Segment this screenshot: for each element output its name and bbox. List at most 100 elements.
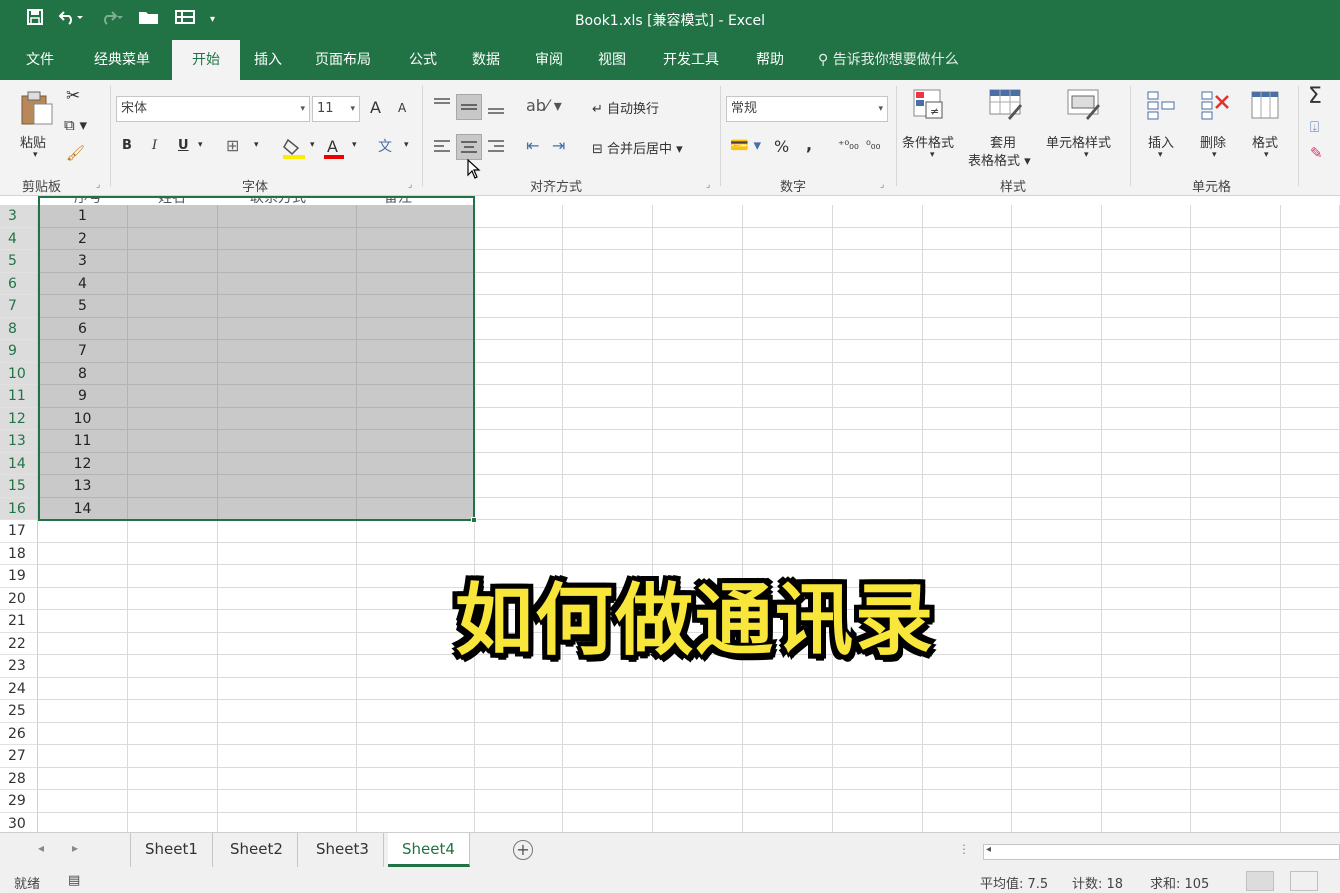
grid-cell[interactable] bbox=[1102, 700, 1191, 723]
grid-cell[interactable] bbox=[923, 385, 1012, 408]
grid-cell[interactable] bbox=[1281, 205, 1340, 228]
grid-cell[interactable] bbox=[1102, 632, 1191, 655]
grid-cell[interactable] bbox=[1281, 385, 1340, 408]
grid-cell[interactable] bbox=[218, 520, 357, 543]
align-left-icon[interactable] bbox=[432, 136, 452, 160]
grid-cell[interactable] bbox=[1191, 745, 1281, 768]
grid-cell[interactable] bbox=[923, 317, 1012, 340]
row-header[interactable]: 14 bbox=[0, 452, 38, 475]
grid-cell[interactable] bbox=[1281, 295, 1340, 318]
row-header[interactable]: 6 bbox=[0, 272, 38, 295]
grid-cell[interactable] bbox=[1012, 677, 1102, 700]
grid-cell[interactable] bbox=[1191, 295, 1281, 318]
clear-icon[interactable]: ✎ bbox=[1310, 144, 1323, 162]
grid-cell[interactable] bbox=[563, 790, 653, 813]
grid-cell[interactable] bbox=[653, 385, 743, 408]
grid-cell[interactable] bbox=[1012, 790, 1102, 813]
grid-cell[interactable] bbox=[1191, 317, 1281, 340]
grid-cell[interactable] bbox=[653, 205, 743, 228]
grid-cell[interactable] bbox=[218, 205, 357, 228]
grid-cell[interactable] bbox=[38, 722, 128, 745]
grid-cell[interactable] bbox=[128, 677, 218, 700]
fill-color-icon[interactable] bbox=[282, 136, 306, 164]
format-painter-icon[interactable]: 🖌 bbox=[66, 144, 85, 162]
grid-cell[interactable] bbox=[1102, 767, 1191, 790]
grid-cell[interactable] bbox=[1012, 700, 1102, 723]
grid-cell[interactable] bbox=[1012, 745, 1102, 768]
sheet-tab-sheet3[interactable]: Sheet3 bbox=[302, 833, 384, 867]
grid-cell[interactable] bbox=[128, 745, 218, 768]
grid-cell[interactable] bbox=[923, 407, 1012, 430]
tab-view[interactable]: 视图 bbox=[588, 40, 636, 80]
grid-cell[interactable] bbox=[128, 340, 218, 363]
grid-cell[interactable] bbox=[743, 677, 833, 700]
cut-icon[interactable]: ✂ bbox=[66, 86, 80, 106]
grid-cell[interactable] bbox=[653, 362, 743, 385]
row-header[interactable]: 5 bbox=[0, 250, 38, 273]
grid-cell[interactable] bbox=[923, 227, 1012, 250]
grid-cell[interactable] bbox=[833, 205, 923, 228]
grid-cell[interactable] bbox=[653, 340, 743, 363]
grid-cell[interactable] bbox=[475, 250, 563, 273]
grid-cell[interactable] bbox=[218, 565, 357, 588]
grid-cell[interactable] bbox=[923, 677, 1012, 700]
percent-button[interactable]: % bbox=[774, 137, 789, 156]
grid-cell[interactable] bbox=[1191, 205, 1281, 228]
chevron-down-icon[interactable]: ▾ bbox=[1084, 150, 1089, 160]
grid-cell[interactable] bbox=[1281, 317, 1340, 340]
insert-cells-icon[interactable] bbox=[1144, 88, 1180, 126]
row-header[interactable]: 17 bbox=[0, 520, 38, 543]
grid-cell[interactable] bbox=[833, 340, 923, 363]
grid-cell[interactable] bbox=[923, 565, 1012, 588]
grid-cell[interactable] bbox=[653, 250, 743, 273]
grid-cell[interactable] bbox=[1191, 542, 1281, 565]
grid-cell[interactable] bbox=[923, 767, 1012, 790]
grid-cell[interactable] bbox=[1102, 587, 1191, 610]
grid-cell[interactable] bbox=[1191, 227, 1281, 250]
tab-review[interactable]: 审阅 bbox=[525, 40, 573, 80]
grid-cell[interactable] bbox=[1191, 565, 1281, 588]
grid-cell[interactable] bbox=[1102, 295, 1191, 318]
grid-cell[interactable] bbox=[563, 520, 653, 543]
grid-cell[interactable] bbox=[923, 587, 1012, 610]
grid-cell[interactable] bbox=[128, 722, 218, 745]
grid-cell[interactable] bbox=[218, 767, 357, 790]
align-center-icon[interactable] bbox=[456, 134, 482, 160]
grid-cell[interactable] bbox=[1281, 587, 1340, 610]
grid-cell[interactable] bbox=[218, 790, 357, 813]
grid-cell[interactable] bbox=[128, 632, 218, 655]
grid-cell[interactable] bbox=[743, 430, 833, 453]
copy-icon[interactable]: ⧉ ▾ bbox=[64, 116, 87, 134]
grid-cell[interactable] bbox=[218, 385, 357, 408]
sheet-tab-sheet2[interactable]: Sheet2 bbox=[216, 833, 298, 867]
grid-cell[interactable] bbox=[1012, 317, 1102, 340]
grid-cell[interactable] bbox=[563, 227, 653, 250]
grid-cell[interactable]: 9 bbox=[38, 385, 128, 408]
grid-cell[interactable]: 10 bbox=[38, 407, 128, 430]
grid-cell[interactable] bbox=[357, 340, 475, 363]
grid-cell[interactable] bbox=[743, 362, 833, 385]
scroll-left-icon[interactable]: ◂ bbox=[986, 844, 991, 855]
bottom-align-icon[interactable] bbox=[486, 96, 506, 120]
grid-cell[interactable] bbox=[128, 542, 218, 565]
format-as-table-icon[interactable] bbox=[988, 88, 1024, 126]
grid-cell[interactable] bbox=[1191, 790, 1281, 813]
grid-cell[interactable] bbox=[218, 655, 357, 678]
grid-cell[interactable] bbox=[743, 452, 833, 475]
row-header[interactable]: 3 bbox=[0, 205, 38, 228]
grid-cell[interactable] bbox=[1281, 407, 1340, 430]
border-icon[interactable]: ⊞ bbox=[226, 136, 239, 155]
grid-cell[interactable] bbox=[653, 497, 743, 520]
grid-cell[interactable] bbox=[128, 385, 218, 408]
sheet-tab-sheet4[interactable]: Sheet4 bbox=[388, 833, 470, 867]
conditional-formatting-icon[interactable]: ≠ bbox=[912, 88, 948, 126]
grid-cell[interactable] bbox=[1012, 565, 1102, 588]
chevron-down-icon[interactable]: ▾ bbox=[352, 140, 357, 150]
grid-cell[interactable] bbox=[1281, 452, 1340, 475]
row-header[interactable]: 27 bbox=[0, 745, 38, 768]
cell-styles-label[interactable]: 单元格样式 bbox=[1046, 132, 1111, 151]
grid-cell[interactable] bbox=[1281, 272, 1340, 295]
grid-cell[interactable] bbox=[923, 340, 1012, 363]
grid-cell[interactable] bbox=[1191, 632, 1281, 655]
grid-cell[interactable] bbox=[357, 295, 475, 318]
